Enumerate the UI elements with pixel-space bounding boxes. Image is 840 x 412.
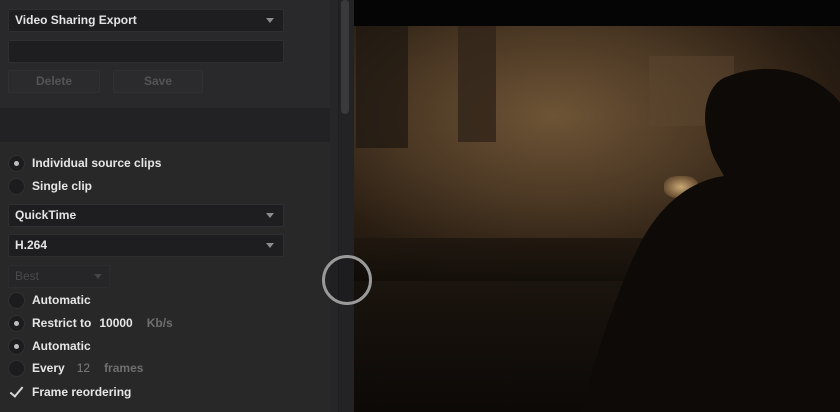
radio-icon[interactable] — [8, 337, 25, 355]
bitrate-restrict-label: Restrict to — [32, 316, 92, 330]
format-dropdown[interactable]: QuickTime — [8, 204, 284, 227]
quality-dropdown-value: Best — [15, 269, 40, 283]
single-clip-label: Single clip — [32, 179, 93, 193]
section-divider — [0, 108, 330, 142]
radio-icon[interactable] — [8, 314, 25, 332]
individual-source-clips-label: Individual source clips — [32, 156, 162, 170]
radio-icon[interactable] — [8, 291, 25, 309]
radio-icon[interactable] — [8, 154, 25, 172]
delete-button[interactable]: Delete — [8, 70, 100, 93]
keyframes-unit-label: frames — [104, 361, 144, 375]
keyframes-value-field[interactable]: 12 — [77, 361, 90, 375]
bitrate-value-field[interactable]: 10000 — [99, 316, 132, 330]
playhead-icon[interactable] — [322, 255, 372, 305]
frame-reordering-label: Frame reordering — [32, 385, 132, 399]
bitrate-automatic-label: Automatic — [32, 293, 91, 307]
render-settings-panel: Video Sharing Export Delete Save Individ… — [0, 0, 354, 412]
chevron-down-icon — [94, 274, 102, 279]
radio-icon[interactable] — [8, 177, 25, 195]
chevron-down-icon — [266, 18, 274, 23]
format-dropdown-value: QuickTime — [15, 208, 77, 222]
chevron-down-icon — [266, 243, 274, 248]
video-viewer[interactable] — [354, 0, 840, 412]
keyframes-automatic-option[interactable]: Automatic — [8, 336, 91, 356]
frame-reordering-option[interactable]: Frame reordering — [8, 382, 131, 402]
codec-dropdown[interactable]: H.264 — [8, 234, 284, 257]
preset-dropdown[interactable]: Video Sharing Export — [8, 9, 284, 32]
keyframes-every-option[interactable]: Every 12 frames — [8, 358, 143, 378]
preset-section: Video Sharing Export Delete Save — [0, 0, 330, 108]
checkmark-icon[interactable] — [8, 384, 25, 401]
radio-icon[interactable] — [8, 359, 25, 377]
keyframes-automatic-label: Automatic — [32, 339, 91, 353]
codec-dropdown-value: H.264 — [15, 238, 48, 252]
wall-picture — [356, 26, 408, 148]
bitrate-unit-label: Kb/s — [146, 316, 173, 330]
person-silhouette — [580, 68, 840, 412]
individual-source-clips-option[interactable]: Individual source clips — [8, 153, 161, 173]
video-frame — [354, 26, 840, 412]
quality-dropdown[interactable]: Best — [8, 265, 110, 288]
preset-dropdown-value: Video Sharing Export — [15, 13, 137, 27]
single-clip-option[interactable]: Single clip — [8, 176, 92, 196]
preset-name-input[interactable] — [8, 40, 284, 63]
wall-crucifix — [458, 26, 496, 142]
chevron-down-icon — [266, 213, 274, 218]
save-button[interactable]: Save — [113, 70, 203, 93]
bitrate-automatic-option[interactable]: Automatic — [8, 290, 91, 310]
keyframes-every-label: Every — [32, 361, 65, 375]
bitrate-restrict-option[interactable]: Restrict to 10000 Kb/s — [8, 313, 173, 333]
panel-scrollbar-thumb[interactable] — [341, 0, 349, 114]
